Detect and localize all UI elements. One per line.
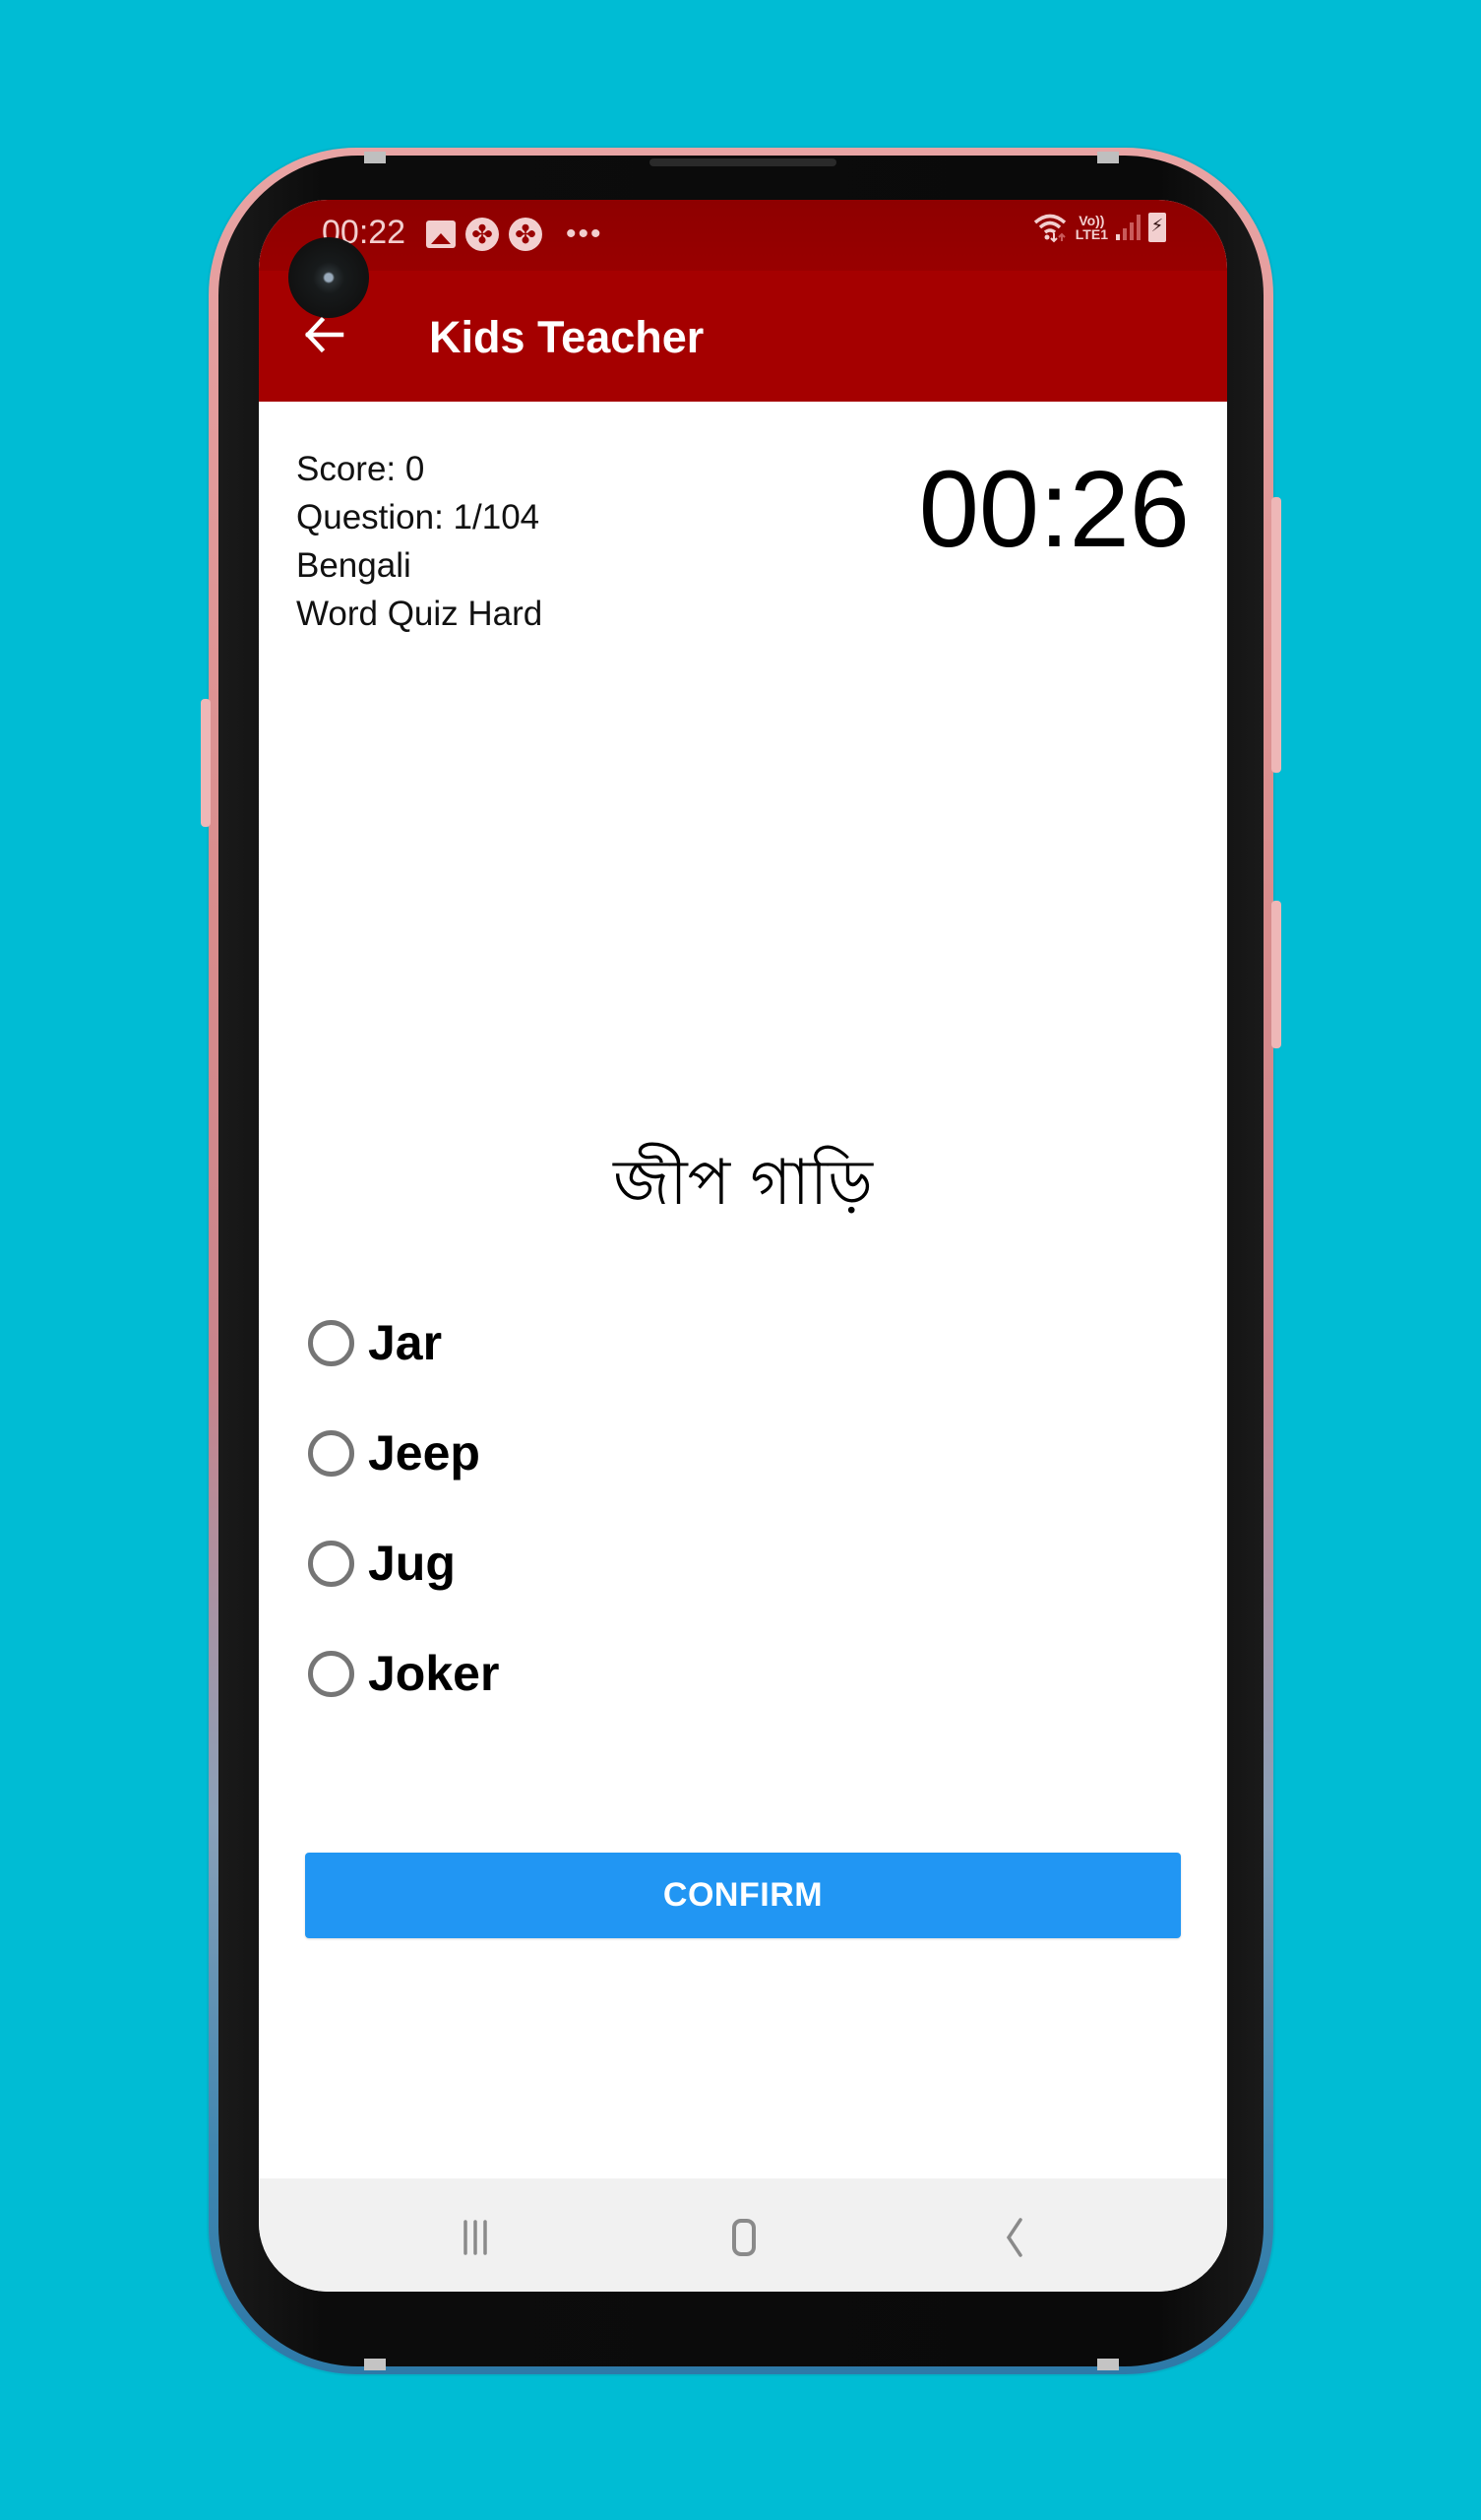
app-notification-icon — [509, 218, 542, 251]
answer-option-label: Jug — [368, 1536, 456, 1591]
answer-option[interactable]: Jeep — [308, 1398, 499, 1508]
radio-button[interactable] — [308, 1319, 354, 1366]
status-bar: 00:22 ••• — [259, 200, 1227, 271]
volume-button — [201, 699, 211, 827]
quiz-mode-label: Word Quiz Hard — [296, 595, 543, 633]
side-key — [1271, 497, 1281, 773]
antenna-line — [1097, 2359, 1119, 2370]
device-mockup-stage: 00:22 ••• — [0, 0, 1481, 2520]
confirm-button[interactable]: CONFIRM — [305, 1853, 1181, 1938]
radio-button[interactable] — [308, 1650, 354, 1697]
score-label: Score: 0 — [296, 450, 425, 488]
radio-button[interactable] — [308, 1429, 354, 1477]
answer-option-label: Joker — [368, 1646, 500, 1701]
language-label: Bengali — [296, 546, 411, 585]
antenna-line — [1097, 152, 1119, 163]
volte-label: Vo)) — [1079, 213, 1105, 228]
question-word: জীপ গাড়ি — [613, 1147, 873, 1220]
power-button — [1271, 901, 1281, 1048]
home-icon[interactable] — [714, 2208, 773, 2267]
volte-lte-icon: Vo)) LTE1 — [1076, 214, 1108, 241]
app-notification-icon — [465, 218, 499, 251]
system-icons: Vo)) LTE1 — [1032, 212, 1166, 243]
quiz-info: Score: 0 Question: 1/104 Bengali Word Qu… — [296, 445, 542, 638]
wifi-icon — [1032, 212, 1068, 243]
radio-button[interactable] — [308, 1540, 354, 1587]
notification-icons: ••• — [426, 218, 603, 251]
countdown-timer: 00:26 — [918, 449, 1190, 570]
battery-charging-icon — [1148, 213, 1166, 242]
phone-screen: 00:22 ••• — [259, 200, 1227, 2292]
earpiece-speaker — [649, 158, 836, 166]
quiz-content: Score: 0 Question: 1/104 Bengali Word Qu… — [259, 402, 1227, 2169]
answer-option[interactable]: Jug — [308, 1508, 499, 1618]
answer-option[interactable]: Jar — [308, 1288, 499, 1398]
antenna-line — [364, 2359, 386, 2370]
question-counter: Question: 1/104 — [296, 498, 540, 536]
back-icon[interactable] — [985, 2208, 1044, 2267]
answer-options: Jar Jeep Jug Joker — [308, 1288, 499, 1729]
answer-option-label: Jeep — [368, 1425, 480, 1480]
gallery-icon — [426, 220, 456, 248]
signal-icon — [1116, 215, 1141, 240]
app-bar: Kids Teacher — [259, 271, 1227, 402]
antenna-line — [364, 152, 386, 163]
answer-option[interactable]: Joker — [308, 1618, 499, 1729]
lte-label: LTE1 — [1075, 226, 1108, 242]
answer-option-label: Jar — [368, 1315, 443, 1370]
system-navigation-bar — [259, 2178, 1227, 2292]
front-camera — [288, 237, 369, 318]
recent-apps-icon[interactable] — [446, 2208, 505, 2267]
app-title: Kids Teacher — [429, 312, 705, 362]
more-notifications-icon: ••• — [566, 218, 603, 250]
